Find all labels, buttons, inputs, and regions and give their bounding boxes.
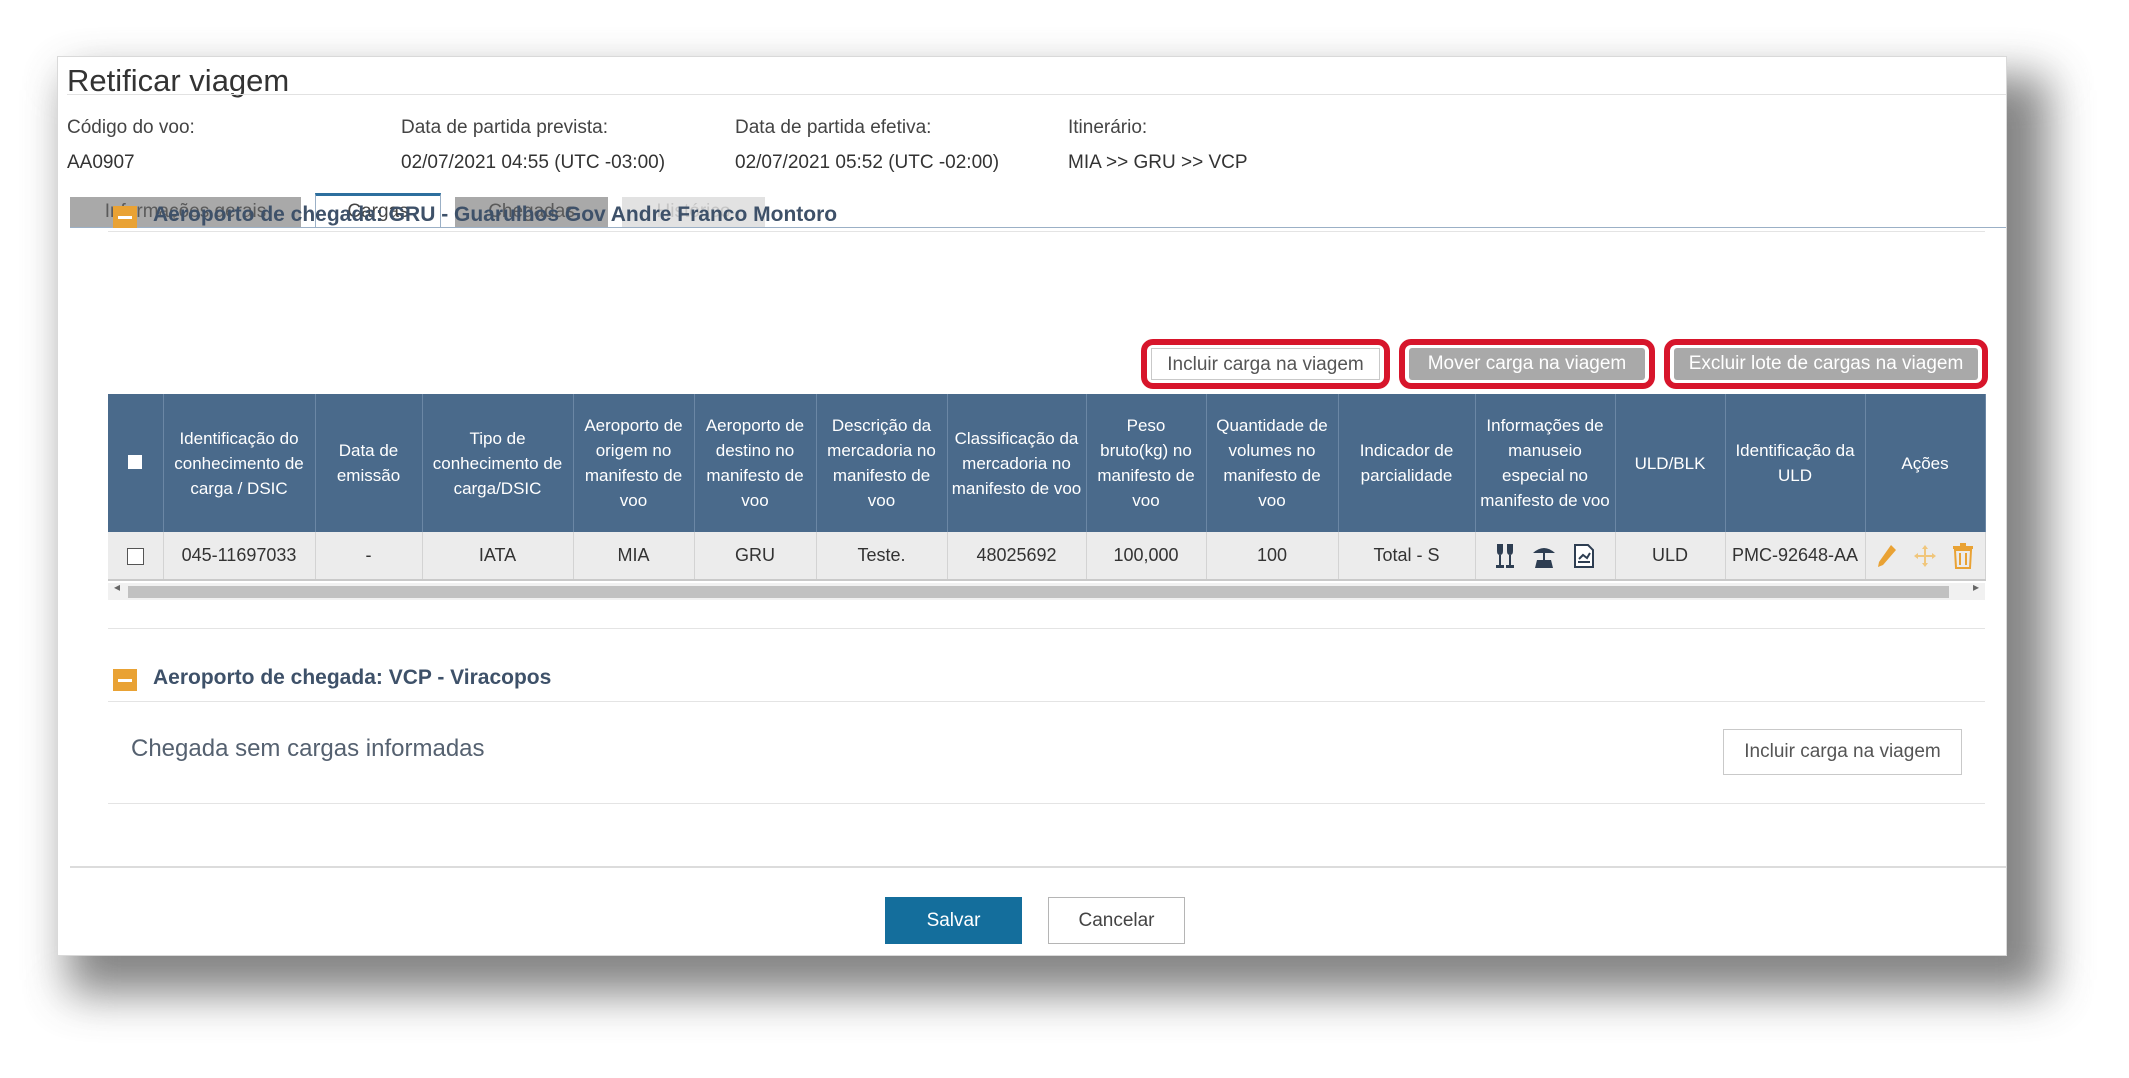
footer-divider <box>70 866 2006 868</box>
cancel-button[interactable]: Cancelar <box>1048 897 1185 944</box>
cell-handling-icons <box>1475 532 1616 581</box>
section-divider <box>108 231 1985 232</box>
table-horizontal-scrollbar[interactable]: ◂ ▸ <box>108 580 1985 600</box>
cell-uld-blk: ULD <box>1615 532 1726 581</box>
title-divider <box>67 94 2006 95</box>
planned-departure-info: Data de partida prevista: 02/07/2021 04:… <box>401 117 665 174</box>
row-select-cell[interactable] <box>108 532 164 581</box>
header-peso: Peso bruto(kg) no manifesto de voo <box>1086 394 1207 532</box>
cell-description: Teste. <box>816 532 948 581</box>
table-row: 045-11697033 - IATA MIA GRU Teste. 48025… <box>108 532 1986 581</box>
cell-volumes: 100 <box>1206 532 1339 581</box>
planned-departure-label: Data de partida prevista: <box>401 117 609 138</box>
cell-issue-date: - <box>315 532 423 581</box>
planned-departure-value: 02/07/2021 04:55 (UTC -03:00) <box>401 152 666 173</box>
cell-weight: 100,000 <box>1086 532 1207 581</box>
header-tipo: Tipo de conhecimento de carga/DSIC <box>422 394 574 532</box>
header-uld-id: Identificação da ULD <box>1725 394 1866 532</box>
scroll-right-arrow-icon[interactable]: ▸ <box>1973 580 1979 594</box>
cell-uld-id: PMC-92648-AA <box>1725 532 1866 581</box>
scroll-left-arrow-icon[interactable]: ◂ <box>114 580 120 594</box>
itinerary-info: Itinerário: MIA >> GRU >> VCP <box>1068 117 1248 174</box>
cell-origin: MIA <box>573 532 695 581</box>
cell-partial: Total - S <box>1338 532 1476 581</box>
cargo-table: Identificação do conhecimento de carga /… <box>108 394 1986 581</box>
header-uld-blk: ULD/BLK <box>1615 394 1726 532</box>
fragile-glass-icon[interactable] <box>1494 543 1516 569</box>
header-data-emissao: Data de emissão <box>315 394 423 532</box>
actual-departure-value: 02/07/2021 05:52 (UTC -02:00) <box>735 152 1000 173</box>
collapse-minus-icon[interactable] <box>113 669 137 691</box>
actual-departure-info: Data de partida efetiva: 02/07/2021 05:5… <box>735 117 999 174</box>
empty-cargo-message: Chegada sem cargas informadas <box>131 735 485 762</box>
select-all-checkbox[interactable] <box>128 454 143 469</box>
section-divider <box>108 701 1985 702</box>
header-identificacao: Identificação do conhecimento de carga /… <box>163 394 316 532</box>
actual-departure-label: Data de partida efetiva: <box>735 117 932 138</box>
retificar-viagem-window: Retificar viagem Código do voo: AA0907 D… <box>57 56 2007 956</box>
header-volumes: Quantidade de volumes no manifesto de vo… <box>1206 394 1339 532</box>
move-icon[interactable] <box>1913 544 1937 568</box>
keep-dry-icon[interactable] <box>1531 543 1557 569</box>
include-cargo-button[interactable]: Incluir carga na viagem <box>1151 348 1380 380</box>
table-header-row: Identificação do conhecimento de carga /… <box>108 394 1986 532</box>
flight-code-value: AA0907 <box>67 152 135 173</box>
section-title-vcp: Aeroporto de chegada: VCP - Viracopos <box>153 666 552 689</box>
section-divider <box>108 803 1985 804</box>
itinerary-value: MIA >> GRU >> VCP <box>1068 152 1248 173</box>
cell-id: 045-11697033 <box>163 532 316 581</box>
cell-destination: GRU <box>694 532 817 581</box>
select-all-header[interactable] <box>108 394 164 532</box>
cell-type: IATA <box>422 532 574 581</box>
header-manuseio: Informações de manuseio especial no mani… <box>1475 394 1616 532</box>
cell-classification: 48025692 <box>947 532 1087 581</box>
edit-pencil-icon[interactable] <box>1876 543 1898 569</box>
header-parcialidade: Indicador de parcialidade <box>1338 394 1476 532</box>
document-icon[interactable] <box>1572 543 1596 569</box>
header-descricao: Descrição da mercadoria no manifesto de … <box>816 394 948 532</box>
tabs-divider <box>70 227 2006 228</box>
collapse-minus-icon[interactable] <box>113 206 137 228</box>
flight-code-info: Código do voo: AA0907 <box>67 117 195 174</box>
scrollbar-thumb[interactable] <box>128 586 1949 598</box>
section-title-gru: Aeroporto de chegada: GRU - Guarulhos Go… <box>153 203 838 226</box>
itinerary-label: Itinerário: <box>1068 117 1148 138</box>
header-classificacao: Classificação da mercadoria no manifesto… <box>947 394 1087 532</box>
save-button[interactable]: Salvar <box>885 897 1022 944</box>
header-origem: Aeroporto de origem no manifesto de voo <box>573 394 695 532</box>
header-acoes: Ações <box>1865 394 1986 532</box>
move-cargo-button[interactable]: Mover carga na viagem <box>1409 348 1645 380</box>
flight-code-label: Código do voo: <box>67 117 195 138</box>
trash-icon[interactable] <box>1952 542 1974 569</box>
row-checkbox[interactable] <box>126 547 144 565</box>
section-divider <box>108 628 1985 629</box>
delete-batch-button[interactable]: Excluir lote de cargas na viagem <box>1674 348 1978 380</box>
cell-actions <box>1865 532 1986 581</box>
header-destino: Aeroporto de destino no manifesto de voo <box>694 394 817 532</box>
include-cargo-button-vcp[interactable]: Incluir carga na viagem <box>1723 729 1962 775</box>
